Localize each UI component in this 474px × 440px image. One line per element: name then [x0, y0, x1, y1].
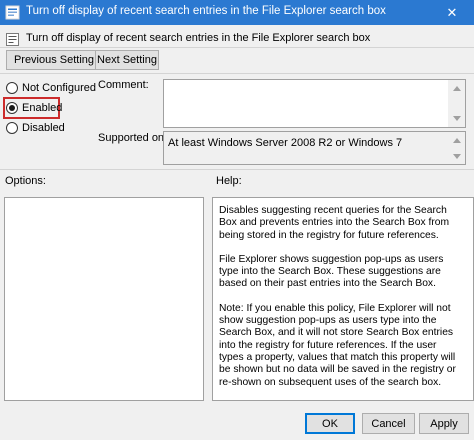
- comment-field[interactable]: [163, 79, 466, 128]
- supported-on-field: At least Windows Server 2008 R2 or Windo…: [163, 131, 466, 165]
- ok-button[interactable]: OK: [305, 413, 355, 434]
- cancel-button[interactable]: Cancel: [362, 413, 415, 434]
- radio-not-configured[interactable]: Not Configured: [6, 82, 96, 94]
- policy-title: Turn off display of recent search entrie…: [26, 32, 371, 44]
- radio-disabled-label: Disabled: [22, 122, 65, 134]
- help-label: Help:: [216, 175, 242, 187]
- comment-label: Comment:: [98, 79, 149, 91]
- nav-separator: [0, 73, 474, 74]
- comment-scrollbar[interactable]: [448, 80, 465, 127]
- radio-disabled[interactable]: Disabled: [6, 122, 65, 134]
- supported-on-label: Supported on:: [98, 132, 168, 144]
- help-paragraph: Note: If you enable this policy, File Ex…: [219, 302, 456, 388]
- mid-separator: [0, 169, 474, 170]
- scroll-down-icon[interactable]: [448, 148, 465, 164]
- window-title: Turn off display of recent search entrie…: [26, 5, 386, 17]
- scroll-down-icon[interactable]: [448, 110, 465, 127]
- help-paragraph: File Explorer shows suggestion pop-ups a…: [219, 253, 444, 290]
- help-panel: Disables suggesting recent queries for t…: [212, 197, 474, 401]
- apply-button[interactable]: Apply: [419, 413, 469, 434]
- radio-disabled-icon: [6, 122, 18, 134]
- radio-enabled-label: Enabled: [22, 102, 63, 114]
- next-setting-button[interactable]: Next Setting: [95, 50, 159, 70]
- close-icon: ✕: [446, 4, 458, 20]
- policy-settings-icon: [5, 5, 20, 20]
- options-label: Options:: [5, 175, 46, 187]
- policy-icon: [6, 33, 19, 46]
- radio-enabled[interactable]: Enabled: [6, 102, 62, 114]
- scroll-up-icon[interactable]: [448, 80, 465, 97]
- close-button[interactable]: ✕: [430, 0, 474, 25]
- help-text: Disables suggesting recent queries for t…: [219, 205, 457, 389]
- scroll-up-icon[interactable]: [448, 132, 465, 148]
- header-separator: [0, 47, 474, 48]
- radio-enabled-icon: [6, 102, 18, 114]
- previous-setting-button[interactable]: Previous Setting: [6, 50, 102, 70]
- radio-not-configured-label: Not Configured: [22, 82, 96, 94]
- radio-not-configured-icon: [6, 82, 18, 94]
- options-panel: [4, 197, 204, 401]
- supported-on-value: At least Windows Server 2008 R2 or Windo…: [168, 137, 403, 149]
- help-paragraph: Disables suggesting recent queries for t…: [219, 205, 450, 241]
- supported-scrollbar[interactable]: [448, 132, 465, 164]
